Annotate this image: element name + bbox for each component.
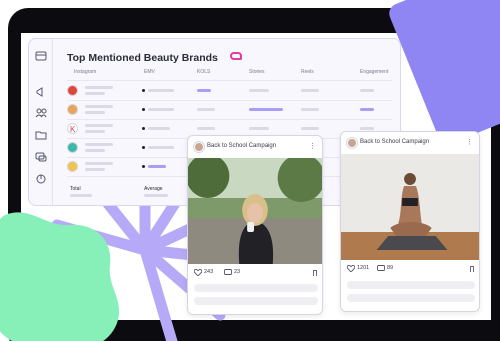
svg-text:K: K	[70, 125, 76, 133]
comments-count: 23	[234, 269, 241, 275]
row-divider	[67, 119, 392, 120]
placeholder-bar	[301, 127, 319, 130]
scene: Top Mentioned Beauty Brands Instagram EM…	[0, 0, 500, 341]
collapse-icon[interactable]	[35, 51, 47, 61]
col-reels: Reels	[301, 69, 314, 75]
placeholder-bar	[85, 168, 105, 171]
post-photo	[341, 154, 479, 260]
bookmark-icon[interactable]	[470, 266, 474, 272]
stories-bar	[249, 108, 283, 111]
placeholder-bar	[347, 294, 475, 302]
more-icon[interactable]: ⋮	[309, 142, 316, 150]
placeholder-bar	[85, 162, 113, 165]
placeholder-bar	[249, 127, 269, 130]
placeholder-bar	[148, 108, 174, 111]
likes-count: 243	[204, 269, 214, 275]
lips-badge-icon	[230, 52, 242, 60]
col-kols: KOLS	[197, 69, 211, 75]
average-label: Average	[144, 186, 163, 192]
col-instagram: Instagram	[74, 69, 97, 75]
brand-avatar	[67, 142, 78, 153]
dashboard-sidebar	[29, 39, 53, 205]
brand-avatar	[67, 104, 78, 115]
post-card[interactable]: Back to School Campaign ⋮ 1201 89	[340, 131, 480, 312]
megaphone-icon[interactable]	[35, 87, 47, 97]
avatar	[194, 142, 204, 152]
post-photo	[188, 158, 322, 264]
brand-avatar	[67, 85, 78, 96]
brand-avatar	[67, 161, 78, 172]
dot	[142, 89, 145, 92]
dot	[142, 165, 145, 168]
folder-icon[interactable]	[35, 130, 47, 140]
col-stories: Stories	[249, 69, 265, 75]
placeholder-bar	[85, 124, 113, 127]
placeholder-bar	[85, 149, 105, 152]
dashboard-title: Top Mentioned Beauty Brands	[67, 52, 218, 64]
placeholder-bar	[301, 89, 319, 92]
placeholder-bar	[197, 108, 215, 111]
placeholder-bar	[360, 89, 374, 92]
bookmark-icon[interactable]	[313, 270, 317, 276]
brand-avatar: K	[67, 123, 78, 134]
kols-bar	[197, 89, 211, 92]
placeholder-bar	[360, 127, 374, 130]
emv-bar	[148, 165, 166, 168]
header-divider	[67, 80, 392, 81]
post-header: Back to School Campaign ⋮	[188, 136, 322, 158]
heart-icon[interactable]	[347, 265, 355, 272]
placeholder-bar	[347, 281, 475, 289]
placeholder-bar	[194, 284, 318, 292]
col-emv: EMV	[144, 69, 155, 75]
likes-count: 1201	[357, 265, 370, 271]
total-label: Total	[70, 186, 81, 192]
chat-icon[interactable]	[35, 152, 47, 162]
placeholder-bar	[85, 130, 105, 133]
placeholder-bar	[85, 92, 105, 95]
avatar	[347, 138, 357, 148]
placeholder-bar	[85, 111, 105, 114]
heart-icon[interactable]	[194, 269, 202, 276]
placeholder-bar	[70, 194, 92, 197]
placeholder-bar	[85, 105, 113, 108]
post-card[interactable]: Back to School Campaign ⋮ 243 23	[187, 135, 323, 315]
placeholder-bar	[144, 194, 168, 197]
post-title: Back to School Campaign	[207, 143, 277, 149]
more-icon[interactable]: ⋮	[466, 138, 473, 146]
row-divider	[67, 100, 392, 101]
users-icon[interactable]	[35, 108, 47, 118]
placeholder-bar	[148, 127, 170, 130]
placeholder-bar	[85, 143, 113, 146]
comments-count: 89	[387, 265, 394, 271]
placeholder-bar	[197, 127, 215, 130]
placeholder-bar	[301, 108, 319, 111]
placeholder-bar	[148, 89, 174, 92]
dot	[142, 146, 145, 149]
chart-icon[interactable]	[35, 174, 47, 184]
placeholder-bar	[249, 89, 269, 92]
comment-icon[interactable]	[377, 265, 385, 272]
post-title: Back to School Campaign	[360, 139, 430, 145]
dot	[142, 108, 145, 111]
placeholder-bar	[148, 146, 174, 149]
engagement-bar	[360, 108, 374, 111]
placeholder-bar	[194, 297, 318, 305]
col-engagement: Engagement	[360, 69, 389, 75]
placeholder-bar	[85, 86, 113, 89]
dot	[142, 127, 145, 130]
comment-icon[interactable]	[224, 269, 232, 276]
mint-blob-decor	[0, 212, 119, 341]
post-header: Back to School Campaign ⋮	[341, 132, 479, 154]
